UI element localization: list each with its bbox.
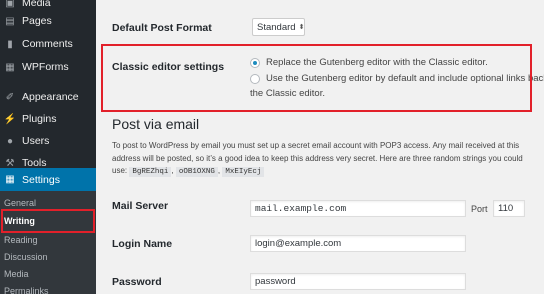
wpforms-icon: ▦ bbox=[5, 61, 15, 73]
sidebar-item-settings[interactable]: ▦ Settings bbox=[0, 168, 96, 191]
port-input[interactable]: 110 bbox=[493, 200, 525, 217]
port-label: Port bbox=[471, 204, 488, 214]
pages-icon: ▤ bbox=[5, 15, 15, 27]
password-label: Password bbox=[112, 276, 162, 288]
mail-server-label: Mail Server bbox=[112, 200, 169, 212]
submenu-item-writing[interactable]: Writing bbox=[4, 216, 35, 226]
select-caret-icon: ⬍ bbox=[298, 24, 305, 31]
random-string-2: oOB1OXNG bbox=[175, 167, 218, 177]
radio-checked-icon[interactable] bbox=[250, 57, 260, 68]
appearance-icon: ✐ bbox=[5, 91, 15, 103]
submenu-item-discussion[interactable]: Discussion bbox=[4, 252, 48, 262]
sidebar-item-appearance[interactable]: ✐ Appearance bbox=[0, 86, 96, 108]
post-via-email-desc-3: use: BgREZhqi, oOB1OXNG, MxEIyEcj bbox=[112, 166, 265, 177]
radio-use-gutenberg-cont: the Classic editor. bbox=[250, 88, 325, 99]
mail-server-input[interactable]: mail.example.com bbox=[250, 200, 466, 217]
post-via-email-desc-1: To post to WordPress by email you must s… bbox=[112, 141, 520, 150]
settings-submenu: General Writing Reading Discussion Media… bbox=[0, 191, 96, 294]
random-string-3: MxEIyEcj bbox=[222, 167, 265, 177]
submenu-item-general[interactable]: General bbox=[4, 198, 36, 208]
submenu-item-reading[interactable]: Reading bbox=[4, 235, 38, 245]
classic-editor-label: Classic editor settings bbox=[112, 61, 225, 73]
post-via-email-title: Post via email bbox=[112, 116, 200, 132]
submenu-item-media[interactable]: Media bbox=[4, 269, 29, 279]
post-via-email-desc-2: address will be posted, so it’s a good i… bbox=[112, 154, 523, 163]
select-value: Standard bbox=[257, 21, 296, 33]
radio-use-gutenberg[interactable]: Use the Gutenberg editor by default and … bbox=[250, 73, 544, 84]
admin-sidebar: ▣ Media ▤ Pages ▮ Comments ▦ WPForms ✐ A… bbox=[0, 0, 96, 294]
radio-replace-gutenberg[interactable]: Replace the Gutenberg editor with the Cl… bbox=[250, 57, 488, 68]
sidebar-item-wpforms[interactable]: ▦ WPForms bbox=[0, 56, 96, 78]
sidebar-item-plugins[interactable]: ⚡ Plugins bbox=[0, 108, 96, 130]
sidebar-item-pages[interactable]: ▤ Pages bbox=[0, 10, 96, 32]
login-name-input[interactable]: login@example.com bbox=[250, 235, 466, 252]
radio-unchecked-icon[interactable] bbox=[250, 73, 260, 84]
comments-icon: ▮ bbox=[7, 38, 13, 50]
settings-main: Default Post Format Standard ⬍ Classic e… bbox=[96, 0, 544, 294]
sidebar-item-users[interactable]: ● Users bbox=[0, 130, 96, 152]
password-input[interactable]: password bbox=[250, 273, 466, 290]
default-post-format-select[interactable]: Standard ⬍ bbox=[252, 18, 305, 36]
sidebar-item-comments[interactable]: ▮ Comments bbox=[0, 33, 96, 55]
login-name-label: Login Name bbox=[112, 238, 173, 250]
submenu-item-permalinks[interactable]: Permalinks bbox=[4, 286, 49, 294]
default-post-format-label: Default Post Format bbox=[112, 22, 212, 34]
random-string-1: BgREZhqi bbox=[129, 167, 172, 177]
users-icon: ● bbox=[6, 135, 14, 147]
plugins-icon: ⚡ bbox=[3, 113, 17, 125]
settings-icon: ▦ bbox=[5, 174, 15, 185]
